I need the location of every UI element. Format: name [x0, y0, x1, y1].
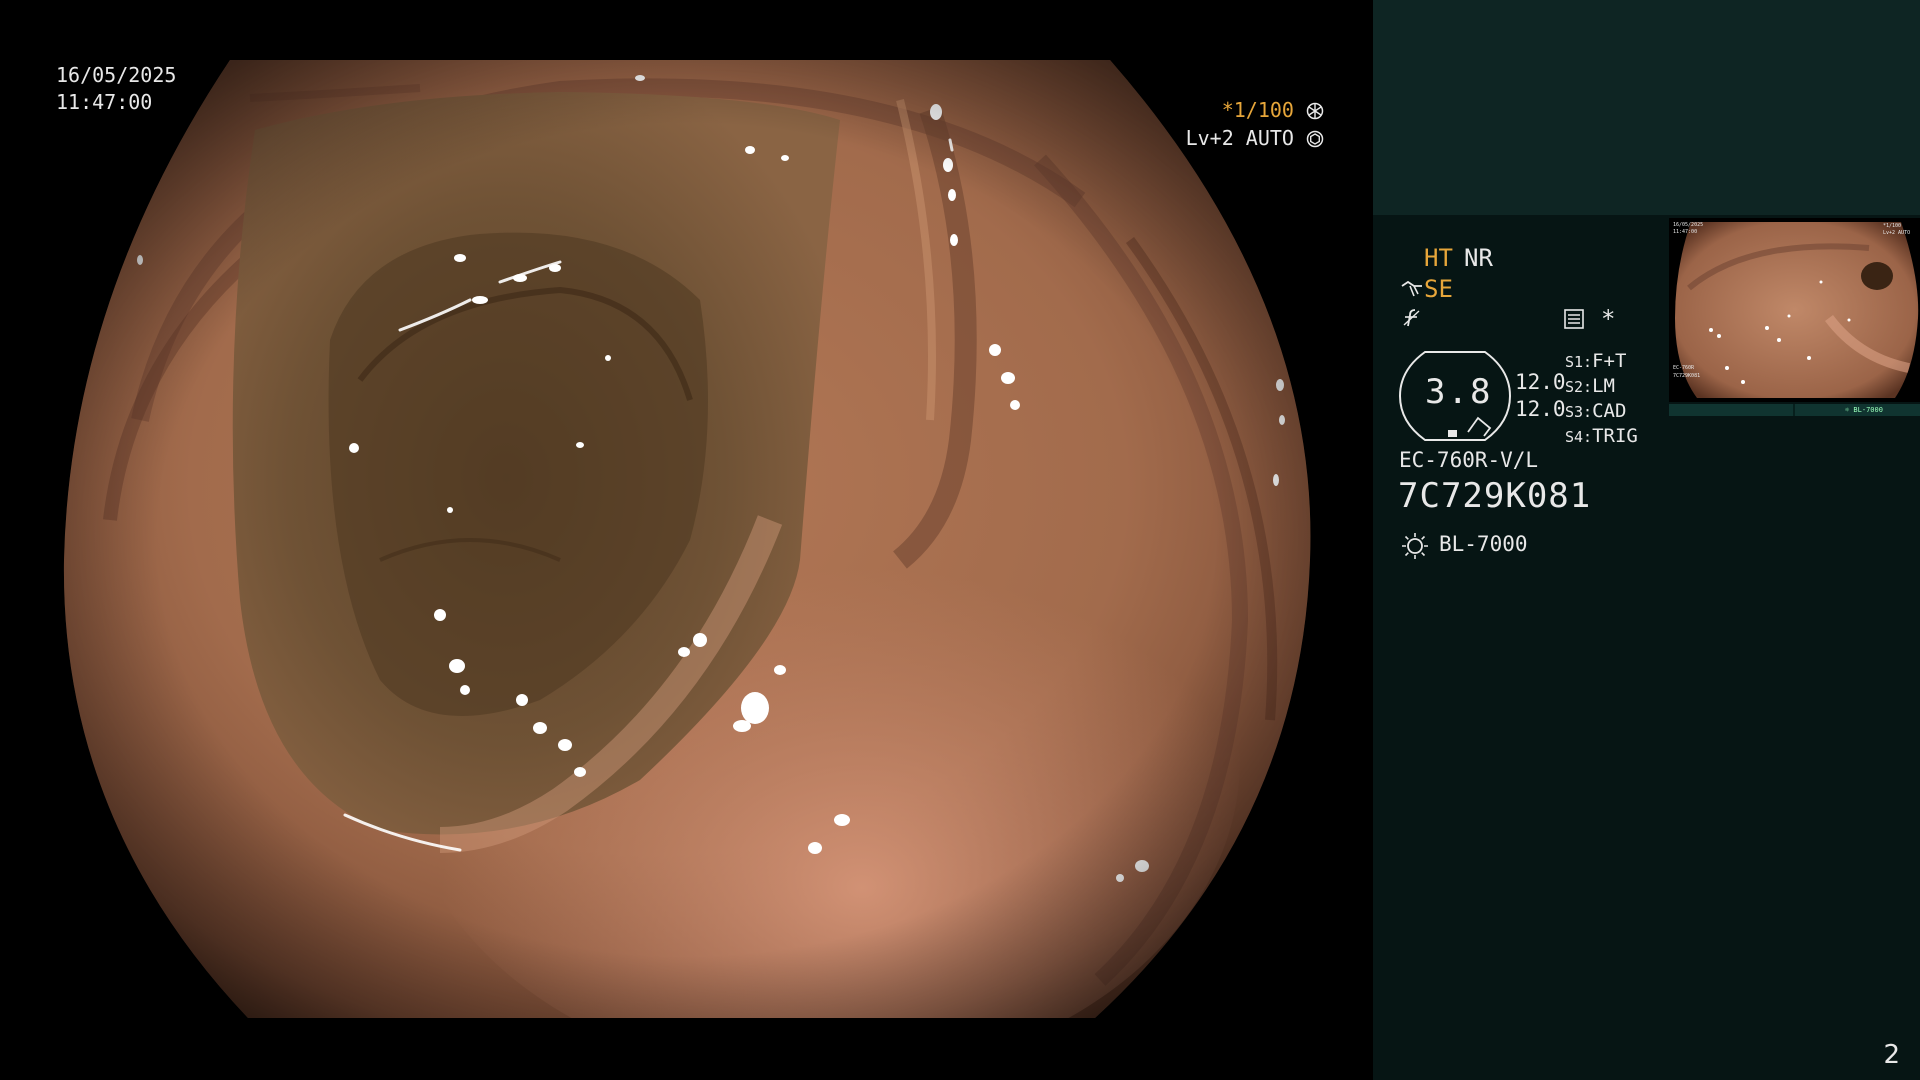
svg-text:EC-760R: EC-760R: [1673, 365, 1695, 371]
switch-s3-value: CAD: [1592, 400, 1627, 422]
gauge-value: 3.8: [1425, 372, 1493, 412]
switch-s2-label: S2:: [1565, 378, 1593, 396]
svg-text:Lv+2 AUTO: Lv+2 AUTO: [1883, 230, 1910, 236]
se-indicator: SE: [1424, 275, 1453, 303]
value-1: 12.0: [1515, 370, 1566, 394]
scope-icon: [1401, 280, 1422, 297]
date-text: 16/05/2025: [56, 63, 177, 87]
switch-s4: S4:TRIG: [1565, 425, 1638, 447]
switch-s1-value: F+T: [1592, 350, 1627, 372]
scope-model: EC-760R-V/L: [1399, 448, 1539, 472]
bulb-icon: [1402, 533, 1428, 559]
level-overlay: Lv+2 AUTO: [1186, 125, 1324, 152]
switch-s1: S1:F+T: [1565, 350, 1626, 372]
shutter-speed-text: *1/100: [1221, 98, 1294, 122]
endoscopic-image: [63, 60, 1311, 1018]
struck-f-icon: [1403, 309, 1420, 327]
iris-icon: [1306, 130, 1324, 148]
shutter-overlay: *1/100: [1222, 97, 1324, 124]
endoscope-viewport: 16/05/2025 11:47:00 *1/100 Lv+2 AUTO: [0, 0, 1372, 1080]
switch-s2: S2:LM: [1565, 375, 1615, 397]
shutter-icon: [1306, 102, 1324, 120]
nr-indicator: NR: [1464, 244, 1493, 272]
switch-s3-label: S3:: [1565, 403, 1593, 421]
value-2: 12.0: [1515, 397, 1566, 421]
switch-s4-value: TRIG: [1592, 425, 1638, 447]
list-icon: [1564, 309, 1584, 329]
time-text: 11:47:00: [56, 90, 153, 114]
info-panel: 16/05/2025 11:47:00 EC-760R 7C729K081 *1…: [1373, 0, 1920, 1080]
lamp-model: BL-7000: [1439, 532, 1528, 556]
datetime-overlay: 16/05/2025 11:47:00: [56, 62, 176, 116]
scope-serial: 7C729K081: [1398, 476, 1592, 516]
switch-s3: S3:CAD: [1565, 400, 1626, 422]
exposure-level-text: Lv+2 AUTO: [1185, 126, 1294, 150]
star-indicator: *: [1601, 305, 1616, 333]
switch-s2-value: LM: [1592, 375, 1615, 397]
svg-text:7C729K081: 7C729K081: [1673, 373, 1700, 379]
switch-s1-label: S1:: [1565, 353, 1593, 371]
thumbnail-lamp-label: ☼ BL-7000: [1845, 406, 1883, 414]
svg-text:*1/100: *1/100: [1883, 223, 1901, 229]
ht-indicator: HT: [1424, 244, 1453, 272]
panel-header-block: [1373, 0, 1920, 215]
switch-s4-label: S4:: [1565, 428, 1593, 446]
thumbnail-image[interactable]: 16/05/2025 11:47:00 EC-760R 7C729K081 *1…: [1669, 218, 1920, 402]
thumbnail-bar-divider: [1793, 404, 1795, 416]
svg-text:16/05/2025: 16/05/2025: [1673, 222, 1703, 228]
svg-text:11:47:00: 11:47:00: [1673, 229, 1697, 235]
page-number: 2: [1883, 1040, 1900, 1070]
thumbnail-status-bar: ☼ BL-7000: [1669, 404, 1920, 416]
